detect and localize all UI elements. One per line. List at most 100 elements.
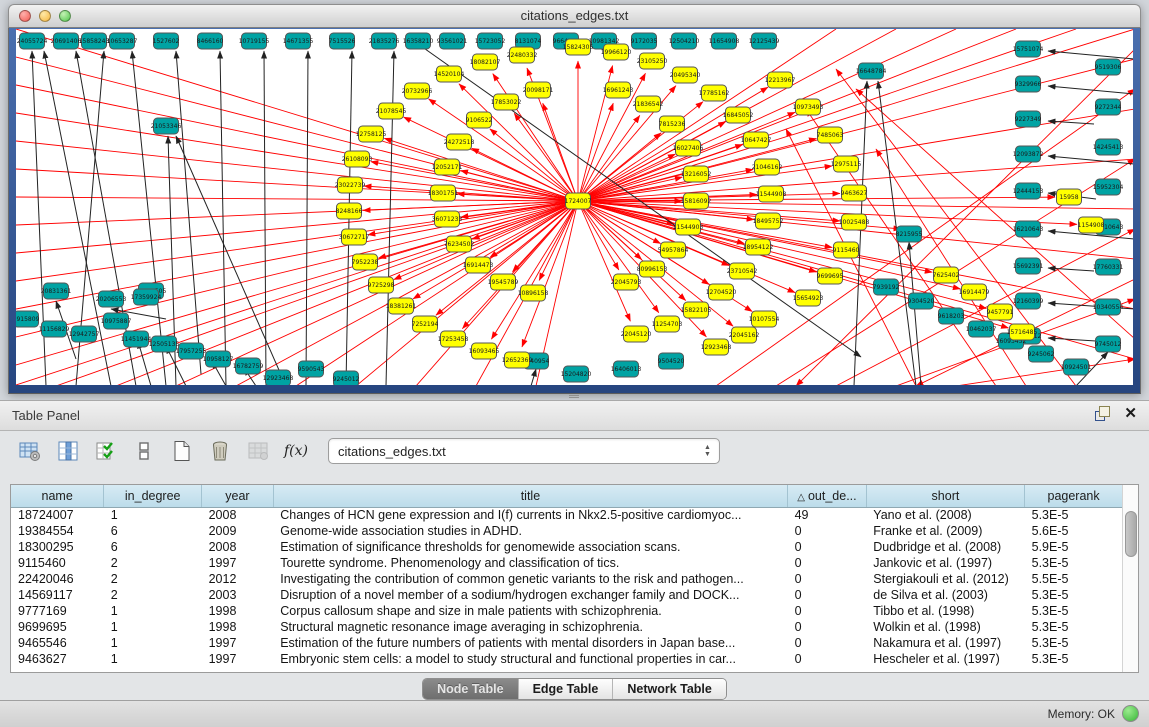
graph-node[interactable]: 13216052 <box>681 166 712 182</box>
graph-node[interactable]: 16648784 <box>856 63 887 79</box>
graph-node[interactable]: 9590543 <box>298 361 325 377</box>
graph-node[interactable]: 16358210 <box>403 33 434 49</box>
graph-node[interactable]: 18301751 <box>428 185 459 201</box>
split-pane-grip[interactable] <box>567 394 581 399</box>
function-builder-icon[interactable]: f(x) <box>284 439 308 463</box>
graph-node[interactable]: 17253458 <box>438 331 469 347</box>
graph-node[interactable]: 22045162 <box>729 327 760 343</box>
table-cell[interactable]: 18724007 <box>11 507 104 523</box>
table-cell[interactable]: Genome-wide association studies in ADHD. <box>273 523 787 539</box>
graph-node[interactable]: 9329966 <box>1015 76 1042 92</box>
graph-node[interactable]: 21078545 <box>376 103 407 119</box>
table-cell[interactable]: 5.3E-5 <box>1025 619 1123 635</box>
delete-table-icon[interactable] <box>208 439 232 463</box>
column-header-in_degree[interactable]: in_degree <box>104 485 202 507</box>
table-cell[interactable]: Estimation of the future numbers of pati… <box>273 635 787 651</box>
table-cell[interactable]: 6 <box>104 523 202 539</box>
table-row[interactable]: 2242004622012Investigating the contribut… <box>11 571 1123 587</box>
graph-node[interactable]: 15654923 <box>793 290 824 306</box>
table-cell[interactable]: 5.5E-5 <box>1025 571 1123 587</box>
graph-node[interactable]: 9745012 <box>1095 336 1122 352</box>
graph-node[interactable]: 9699695 <box>817 268 844 284</box>
graph-node[interactable]: 7625402 <box>933 267 960 283</box>
table-cell[interactable]: 14569117 <box>11 587 104 603</box>
graph-node[interactable]: 20098171 <box>523 82 554 98</box>
graph-node[interactable]: 15822105 <box>681 302 712 318</box>
table-scrollbar[interactable] <box>1122 485 1138 672</box>
graph-node[interactable]: 10958127 <box>203 351 234 367</box>
graph-node[interactable]: 22480332 <box>507 47 538 63</box>
graph-node[interactable]: 9245012 <box>333 371 360 385</box>
table-cell[interactable]: 2 <box>104 555 202 571</box>
graph-node[interactable]: 21053346 <box>151 118 182 134</box>
table-cell[interactable]: Wolkin et al. (1998) <box>866 619 1024 635</box>
graph-node[interactable]: 12923468 <box>263 370 294 385</box>
table-select-dropdown[interactable]: citations_edges.txt ▲▼ <box>328 438 720 464</box>
scrollbar-thumb[interactable] <box>1125 511 1137 557</box>
graph-node[interactable]: 9106522 <box>466 112 493 128</box>
table-cell[interactable]: 2008 <box>202 507 274 523</box>
graph-node[interactable]: 30672717 <box>339 229 370 245</box>
graph-node[interactable]: 8215955 <box>896 226 923 242</box>
graph-node[interactable]: 1154908 <box>1078 217 1105 233</box>
graph-node[interactable]: 80996153 <box>637 261 668 277</box>
graph-node[interactable]: 15958 <box>1057 189 1082 205</box>
graph-node[interactable]: 7815236 <box>659 116 686 132</box>
graph-node[interactable]: 3915809 <box>16 311 40 327</box>
table-cell[interactable]: 0 <box>788 635 867 651</box>
graph-node[interactable]: 1527602 <box>153 33 180 49</box>
graph-node[interactable]: 21835276 <box>369 33 400 49</box>
graph-node[interactable]: 20732966 <box>402 83 433 99</box>
citation-network-graph[interactable]: 2405572420691406158582431065328715276028… <box>16 29 1133 385</box>
table-cell[interactable]: Embryonic stem cells: a model to study s… <box>273 651 787 667</box>
table-cell[interactable]: 5.3E-5 <box>1025 555 1123 571</box>
table-cell[interactable]: 0 <box>788 523 867 539</box>
graph-node[interactable]: 7952238 <box>352 254 379 270</box>
column-header-name[interactable]: name <box>11 485 104 507</box>
graph-node[interactable]: 12160399 <box>1013 293 1044 309</box>
graph-node[interactable]: 20691406 <box>51 33 82 49</box>
graph-node[interactable]: 11544908 <box>756 186 787 202</box>
graph-node[interactable]: 23710542 <box>727 263 758 279</box>
graph-node[interactable]: 93561021 <box>437 33 468 49</box>
column-header-pagerank[interactable]: pagerank <box>1025 485 1123 507</box>
table-cell[interactable]: 2008 <box>202 539 274 555</box>
table-cell[interactable]: 0 <box>788 555 867 571</box>
table-cell[interactable]: 0 <box>788 587 867 603</box>
graph-node[interactable]: 7252194 <box>412 316 439 332</box>
table-row[interactable]: 1938455462009Genome-wide association stu… <box>11 523 1123 539</box>
graph-node[interactable]: 20495340 <box>670 67 701 83</box>
rows-icon[interactable] <box>132 439 156 463</box>
tab-node-table[interactable]: Node Table <box>423 679 518 699</box>
graph-node[interactable]: 12652369 <box>502 352 533 368</box>
graph-node[interactable]: 20831361 <box>41 283 72 299</box>
table-cell[interactable]: 0 <box>788 571 867 587</box>
graph-node[interactable]: 9172035 <box>631 33 658 49</box>
table-cell[interactable]: 18300295 <box>11 539 104 555</box>
graph-node[interactable]: 12923468 <box>701 339 732 355</box>
table-row[interactable]: 1456911722003Disruption of a novel membe… <box>11 587 1123 603</box>
table-cell[interactable]: 1 <box>104 635 202 651</box>
memory-ok-indicator[interactable] <box>1122 705 1139 722</box>
column-header-year[interactable]: year <box>202 485 274 507</box>
graph-node[interactable]: 10340554 <box>1093 299 1124 315</box>
table-cell[interactable]: 0 <box>788 651 867 667</box>
table-cell[interactable]: Investigating the contribution of common… <box>273 571 787 587</box>
graph-node[interactable]: 10973493 <box>793 99 824 115</box>
graph-node[interactable]: 14245413 <box>1093 139 1124 155</box>
table-cell[interactable]: Stergiakouli et al. (2012) <box>866 571 1024 587</box>
graph-node[interactable]: 16027406 <box>673 140 704 156</box>
graph-node[interactable]: 16782759 <box>233 358 264 374</box>
graph-node[interactable]: 12444153 <box>1013 183 1044 199</box>
table-cell[interactable]: Estimation of significance thresholds fo… <box>273 539 787 555</box>
graph-node[interactable]: 10025488 <box>839 214 870 230</box>
graph-node[interactable]: 9463627 <box>841 185 868 201</box>
show-column-icon[interactable] <box>56 439 80 463</box>
table-cell[interactable]: Changes of HCN gene expression and I(f) … <box>273 507 787 523</box>
graph-node[interactable]: 9457791 <box>987 304 1014 320</box>
graph-node[interactable]: 18381261 <box>386 298 417 314</box>
column-header-out_de[interactable]: △out_de... <box>788 485 867 507</box>
table-cell[interactable]: Tibbo et al. (1998) <box>866 603 1024 619</box>
graph-node[interactable]: 15204820 <box>561 366 592 382</box>
graph-node[interactable]: 15952304 <box>1093 179 1124 195</box>
